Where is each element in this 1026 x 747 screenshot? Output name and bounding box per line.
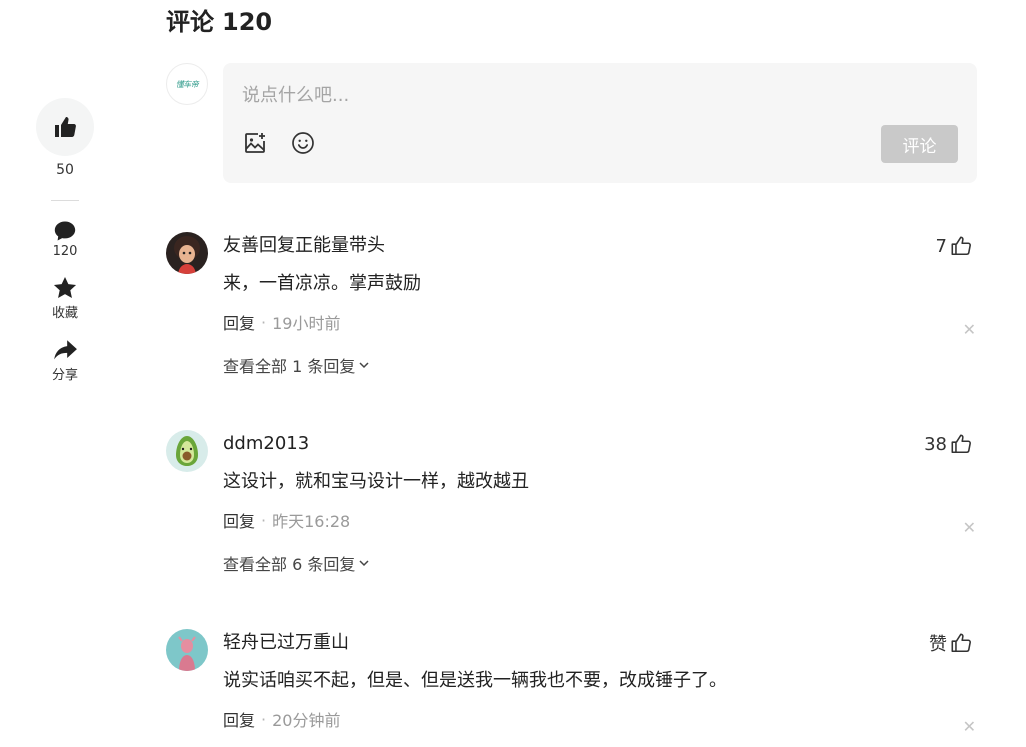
- comment-text: 这设计，就和宝马设计一样，越改越丑: [223, 471, 529, 492]
- comment-text: 说实话咱买不起，但是、但是送我一辆我也不要，改成锤子了。: [223, 670, 727, 691]
- meta-separator: ·: [261, 510, 267, 530]
- comment-bubble-icon: [54, 221, 76, 241]
- share-label: 分享: [51, 368, 78, 383]
- comment-body: ddm2013 这设计，就和宝马设计一样，越改越丑 回复 · 昨天16:28 查…: [223, 430, 973, 575]
- comment-meta: 回复 · 20分钟前: [223, 707, 973, 731]
- comment-input[interactable]: [242, 85, 842, 106]
- thumbs-up-outline-icon: [951, 236, 971, 256]
- emoji-button[interactable]: [291, 131, 315, 155]
- view-replies-button[interactable]: 查看全部 1 条回复: [223, 353, 973, 377]
- comment-like-button[interactable]: 7: [936, 232, 972, 260]
- comment-count: 120: [52, 244, 78, 259]
- thumbs-up-icon: [55, 117, 76, 137]
- comment-like-button[interactable]: 赞: [929, 629, 972, 657]
- reply-button[interactable]: 回复: [223, 508, 255, 532]
- comment-like-count: 7: [935, 235, 947, 257]
- view-replies-label: 查看全部 1 条回复: [223, 357, 356, 376]
- rail-divider: [51, 200, 79, 201]
- comment-like-button[interactable]: 38: [924, 430, 972, 458]
- favorite-button[interactable]: 收藏: [36, 275, 94, 321]
- reply-button[interactable]: 回复: [223, 707, 255, 731]
- comment-button[interactable]: 120: [36, 219, 94, 259]
- composer-toolbar: [243, 131, 315, 155]
- view-replies-button[interactable]: 查看全部 6 条回复: [223, 551, 973, 575]
- smiley-icon: [292, 132, 314, 154]
- action-rail: 50 120 收藏 分享: [36, 98, 94, 383]
- favorite-label: 收藏: [51, 306, 78, 321]
- comment-body: 友善回复正能量带头 来，一首凉凉。掌声鼓励 回复 · 19小时前 查看全部 1 …: [223, 232, 973, 377]
- meta-separator: ·: [261, 709, 267, 729]
- comment-body: 轻舟已过万重山 说实话咱买不起，但是、但是送我一辆我也不要，改成锤子了。 回复 …: [223, 629, 973, 731]
- comment-like-count: 赞: [929, 634, 947, 655]
- cartoon-girl-icon: [166, 232, 208, 274]
- insert-image-button[interactable]: [243, 131, 267, 155]
- comment-author[interactable]: ddm2013: [223, 430, 973, 458]
- comment-time: 昨天16:28: [272, 512, 351, 531]
- avocado-avatar[interactable]: [166, 430, 208, 472]
- pink-figure-avatar[interactable]: [166, 629, 208, 671]
- view-replies-label: 查看全部 6 条回复: [223, 555, 356, 574]
- star-icon: [53, 276, 77, 298]
- reply-button[interactable]: 回复: [223, 310, 255, 334]
- comment-meta: 回复 · 昨天16:28: [223, 508, 973, 532]
- comment-time: 20分钟前: [272, 711, 341, 730]
- cartoon-girl-avatar[interactable]: [166, 232, 208, 274]
- comments-heading: 评论 120: [166, 2, 272, 37]
- share-button[interactable]: 分享: [36, 337, 94, 383]
- submit-comment-button[interactable]: 评论: [881, 125, 958, 163]
- image-add-icon: [245, 133, 265, 153]
- delete-comment-button[interactable]: ✕: [963, 520, 976, 536]
- thumbs-up-outline-icon: [951, 434, 971, 454]
- comment-composer: 评论: [223, 63, 977, 183]
- meta-separator: ·: [261, 312, 267, 332]
- share-arrow-icon: [54, 340, 77, 360]
- comment-author[interactable]: 轻舟已过万重山: [223, 629, 973, 657]
- comment-author[interactable]: 友善回复正能量带头: [223, 232, 973, 260]
- current-user-avatar: 懂车帝: [166, 63, 208, 105]
- comment-meta: 回复 · 19小时前: [223, 310, 973, 334]
- chevron-down-icon: [359, 362, 369, 369]
- brand-logo: 懂车帝: [175, 79, 199, 89]
- pink-figure-icon: [166, 629, 208, 671]
- comment-time: 19小时前: [272, 314, 341, 333]
- comments-total: 120: [222, 8, 273, 36]
- chevron-down-icon: [359, 560, 369, 567]
- comment-text: 来，一首凉凉。掌声鼓励: [223, 273, 421, 294]
- delete-comment-button[interactable]: ✕: [963, 719, 976, 735]
- delete-comment-button[interactable]: ✕: [963, 322, 976, 338]
- like-count: 50: [56, 162, 74, 178]
- thumbs-up-outline-icon: [951, 633, 971, 653]
- comment-like-count: 38: [924, 433, 947, 455]
- avocado-icon: [166, 430, 208, 472]
- comments-title: 评论: [166, 8, 214, 36]
- like-button[interactable]: [36, 98, 94, 156]
